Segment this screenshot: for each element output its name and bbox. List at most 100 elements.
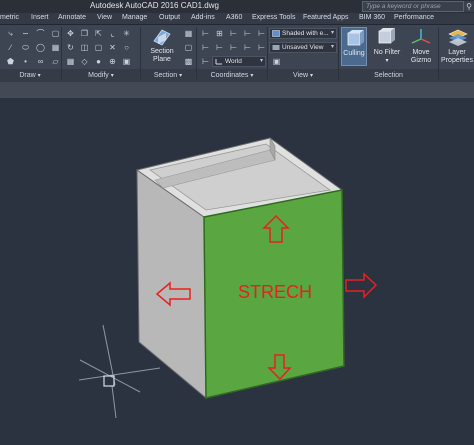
ucs-icon[interactable]: ⊢ (201, 29, 210, 38)
chevron-down-icon: ▾ (250, 73, 254, 79)
region-icon[interactable]: ▱ (51, 57, 60, 66)
fillet-icon[interactable]: ⌞ (108, 29, 117, 38)
search-input[interactable]: Type a keyword or phrase (362, 1, 464, 12)
stretch-annotation-text: STRECH (238, 282, 312, 302)
named-view-dropdown[interactable]: Unsaved View ▾ (269, 42, 337, 53)
rectangle-icon[interactable]: ▢ (51, 29, 60, 38)
3d-rotate-icon[interactable]: ⊕ (108, 57, 117, 66)
ucs-named-icon[interactable]: ⊢ (201, 57, 210, 66)
tab-parametric[interactable]: metric (0, 14, 19, 21)
panel-modify-label: Modify (88, 72, 109, 79)
ucs-view-icon[interactable]: ⊢ (229, 43, 238, 52)
drawing-canvas[interactable]: STRECH (0, 98, 474, 445)
panel-coordinates-label: Coordinates (210, 72, 249, 79)
tab-annotate[interactable]: Annotate (58, 14, 86, 21)
panel-view-label: View (292, 72, 309, 79)
ucs-object-icon[interactable]: ⊢ (215, 43, 224, 52)
ucs-dropdown[interactable]: World ▾ (212, 56, 266, 67)
panel-selection-label: Selection (374, 72, 403, 79)
tab-bim-360[interactable]: BIM 360 (359, 14, 385, 21)
tab-performance[interactable]: Performance (394, 14, 434, 21)
move-gizmo-label-1: Move (412, 49, 430, 56)
hatch-icon[interactable]: ▦ (51, 43, 60, 52)
panel-draw-label: Draw (19, 72, 36, 79)
scale-icon[interactable]: ▢ (94, 43, 103, 52)
stretch-arrow-right-icon (345, 272, 378, 299)
stretch-icon[interactable]: ⇱ (94, 29, 103, 38)
spline-icon[interactable]: ∽ (21, 29, 30, 38)
arc-icon[interactable]: ⌒ (36, 29, 45, 38)
tab-featured-apps[interactable]: Featured Apps (303, 14, 349, 21)
view-tool-icon[interactable]: ▣ (272, 57, 281, 66)
section-plane-icon[interactable] (151, 27, 173, 47)
panel-coordinates[interactable]: Coordinates ▾ (197, 69, 267, 82)
layer-properties-button[interactable]: Layer Properties (440, 49, 474, 65)
panel-selection[interactable]: Selection (339, 69, 438, 82)
no-filter-label: No Filter (373, 49, 401, 56)
ellipse-icon[interactable]: ⬭ (21, 43, 30, 52)
section-tool-icon[interactable]: ▦ (184, 29, 193, 38)
tab-manage[interactable]: Manage (122, 14, 147, 21)
chevron-down-icon: ▾ (37, 73, 41, 79)
ucs-face-icon[interactable]: ⊢ (201, 43, 210, 52)
move-gizmo-button[interactable]: Move Gizmo (406, 49, 436, 65)
chevron-down-icon: ▾ (330, 30, 334, 36)
panel-view[interactable]: View ▾ (268, 69, 338, 82)
chevron-down-icon: ▾ (179, 73, 183, 79)
tab-a360[interactable]: A360 (226, 14, 242, 21)
join-icon[interactable]: ◇ (80, 57, 89, 66)
section-tool-icon[interactable]: ▩ (184, 57, 193, 66)
tab-output[interactable]: Output (159, 14, 180, 21)
window-title: Autodesk AutoCAD 2016 CAD1.dwg (90, 1, 219, 10)
visual-style-dropdown[interactable]: Shaded with e... ▾ (269, 28, 337, 39)
camera-view-icon (272, 45, 280, 50)
panel-section-label: Section (153, 72, 178, 79)
ucs-world-icon[interactable]: ⊞ (215, 29, 224, 38)
helix-icon[interactable]: ∞ (36, 57, 45, 66)
array-icon[interactable]: ▦ (66, 57, 75, 66)
section-plane-label-1: Section (150, 48, 174, 55)
visual-style-value: Shaded with e... (282, 30, 329, 37)
ucs-origin-icon[interactable]: ⊢ (229, 29, 238, 38)
panel-section[interactable]: Section ▾ (141, 69, 195, 82)
ribbon-tabs: metric Insert Annotate View Manage Outpu… (0, 13, 474, 25)
tab-express-tools[interactable]: Express Tools (252, 14, 295, 21)
polygon-icon[interactable]: ⬟ (6, 57, 15, 66)
align-icon[interactable]: ▣ (122, 57, 131, 66)
ucs-x-icon[interactable]: ⊢ (243, 29, 252, 38)
layer-properties-icon[interactable] (447, 28, 469, 48)
ucs-zaxis-icon[interactable]: ⊢ (257, 43, 266, 52)
tab-insert[interactable]: Insert (31, 14, 49, 21)
chevron-down-icon: ▾ (110, 73, 114, 79)
chevron-down-icon: ▾ (385, 58, 389, 64)
section-tool-icon[interactable]: ▢ (184, 43, 193, 52)
rotate-icon[interactable]: ↻ (66, 43, 75, 52)
line-icon[interactable]: ∕ (6, 43, 15, 52)
offset-icon[interactable]: ○ (122, 43, 131, 52)
explode-icon[interactable]: ✳ (122, 29, 131, 38)
no-filter-dropdown[interactable]: No Filter ▾ (371, 49, 403, 65)
panel-modify[interactable]: Modify ▾ (62, 69, 140, 82)
polyline-icon[interactable]: ⤷ (6, 29, 15, 38)
tab-view[interactable]: View (97, 14, 112, 21)
copy-icon[interactable]: ❐ (80, 29, 89, 38)
panel-draw[interactable]: Draw ▾ (0, 69, 60, 82)
move-gizmo-label-2: Gizmo (410, 57, 432, 64)
ucs-3point-icon[interactable]: ⊢ (243, 43, 252, 52)
culling-button[interactable]: Culling (341, 27, 367, 66)
section-plane-button[interactable]: Section Plane (144, 48, 180, 64)
trim-icon[interactable]: ✕ (108, 43, 117, 52)
model-viewport[interactable]: STRECH (0, 98, 474, 445)
tab-add-ins[interactable]: Add-ins (191, 14, 215, 21)
point-icon[interactable]: • (21, 57, 30, 66)
move-gizmo-icon[interactable] (410, 28, 432, 48)
filter-icon[interactable] (374, 28, 396, 48)
erase-icon[interactable]: ● (94, 57, 103, 66)
search-icon[interactable]: ⚲ (464, 1, 474, 12)
ucs-y-icon[interactable]: ⊢ (257, 29, 266, 38)
circle-icon[interactable]: ◯ (36, 43, 45, 52)
mirror-icon[interactable]: ◫ (80, 43, 89, 52)
world-icon (215, 59, 222, 65)
move-icon[interactable]: ✥ (66, 29, 75, 38)
ribbon: ⤷ ∽ ⌒ ▢ ∕ ⬭ ◯ ▦ ⬟ • ∞ ▱ Draw ▾ ✥ ❐ ⇱ ⌞ ✳ … (0, 25, 474, 82)
